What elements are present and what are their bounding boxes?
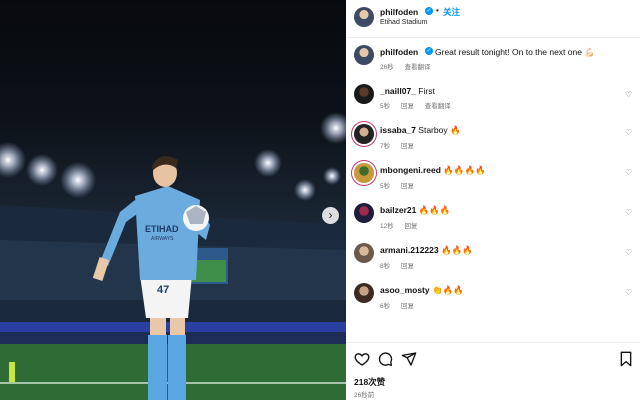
comment-avatar[interactable] — [354, 243, 374, 263]
comment-text: armani.212223 🔥🔥🔥 — [380, 245, 473, 256]
heart-icon[interactable]: ♡ — [625, 208, 634, 217]
caption-username[interactable]: philfoden — [380, 47, 418, 57]
comment-username[interactable]: mbongeni.reed — [380, 165, 441, 175]
comment-username[interactable]: asoo_mosty — [380, 285, 430, 295]
comment-avatar[interactable] — [354, 84, 374, 104]
comment-text: bailzer21 🔥🔥🔥 — [380, 205, 451, 216]
shorts-number: 47 — [157, 284, 169, 296]
verified-badge-icon: ✓ — [425, 7, 433, 15]
post-header: philfoden ✓ • 关注 Etihad Stadium — [346, 0, 640, 38]
comment-meta: 12秒 回复 — [380, 220, 427, 230]
reply-button[interactable]: 回复 — [401, 183, 414, 190]
bookmark-icon[interactable] — [618, 351, 634, 367]
heart-icon[interactable]: ♡ — [625, 90, 634, 99]
comment-text: asoo_mosty 👏🔥🔥 — [380, 285, 464, 296]
comment-age: 7秒 — [380, 143, 391, 150]
caption-age: 26秒 — [380, 64, 394, 71]
shirt-sponsor: ETIHAD — [145, 224, 179, 234]
stadium-photo: 47 ETIHAD AIRWAYS — [0, 112, 346, 400]
avatar[interactable] — [354, 7, 374, 27]
comment-text: mbongeni.reed 🔥🔥🔥🔥 — [380, 165, 486, 176]
comment-meta: 6秒 回复 — [380, 300, 423, 310]
location-link[interactable]: Etihad Stadium — [380, 19, 427, 26]
reply-button[interactable]: 回复 — [401, 103, 414, 110]
shirt-sponsor-sub: AIRWAYS — [151, 236, 174, 242]
verified-badge-icon: ✓ — [425, 47, 433, 55]
comment-meta: 5秒 回复 — [380, 180, 423, 190]
separator-dot: • — [436, 6, 439, 15]
comment-age: 5秒 — [380, 183, 391, 190]
follow-button[interactable]: 关注 — [443, 6, 460, 18]
caption-avatar[interactable] — [354, 45, 374, 65]
comment-avatar[interactable] — [354, 124, 374, 144]
reply-button[interactable]: 回复 — [405, 223, 418, 230]
comment-age: 6秒 — [380, 303, 391, 310]
comment-body: Starboy 🔥 — [418, 125, 461, 135]
comment-age: 5秒 — [380, 103, 391, 110]
translate-link[interactable]: 查看翻译 — [405, 64, 431, 71]
heart-icon[interactable]: ♡ — [625, 168, 634, 177]
comment-age: 8秒 — [380, 263, 391, 270]
comment-text: issaba_7 Starboy 🔥 — [380, 125, 461, 136]
comment-meta: 7秒 回复 — [380, 140, 423, 150]
post-photo: 47 ETIHAD AIRWAYS › — [0, 0, 346, 400]
comment-avatar[interactable] — [354, 283, 374, 303]
caption-text: Great result tonight! On to the next one… — [435, 47, 595, 57]
header-username[interactable]: philfoden — [380, 7, 418, 17]
comment-body: First — [418, 86, 435, 96]
translate-link[interactable]: 查看翻译 — [425, 103, 451, 110]
comment-body: 👏🔥🔥 — [431, 285, 464, 295]
heart-icon[interactable]: ♡ — [625, 128, 634, 137]
caption-meta: 26秒 查看翻译 — [380, 61, 440, 71]
post-panel: philfoden ✓ • 关注 Etihad Stadium philfode… — [346, 0, 640, 400]
comment-age: 12秒 — [380, 223, 394, 230]
next-photo-button[interactable]: › — [322, 207, 339, 224]
comment-username[interactable]: issaba_7 — [380, 125, 416, 135]
chevron-right-icon: › — [328, 208, 333, 222]
comment-body: 🔥🔥🔥 — [418, 205, 451, 215]
comment-text: _naill07_ First — [380, 86, 435, 96]
reply-button[interactable]: 回复 — [401, 263, 414, 270]
heart-icon[interactable]: ♡ — [625, 248, 634, 257]
comment-body: 🔥🔥🔥🔥 — [443, 165, 486, 175]
comment-username[interactable]: armani.212223 — [380, 245, 439, 255]
comment-avatar[interactable] — [354, 203, 374, 223]
comment-username[interactable]: bailzer21 — [380, 205, 416, 215]
comment-avatar[interactable] — [354, 163, 374, 183]
posted-time: 26秒前 — [354, 392, 375, 399]
reply-button[interactable]: 回复 — [401, 303, 414, 310]
heart-icon[interactable]: ♡ — [625, 288, 634, 297]
floodlights — [0, 112, 346, 201]
comment-body: 🔥🔥🔥 — [440, 245, 473, 255]
comment-bubble-icon[interactable] — [377, 351, 393, 367]
reply-button[interactable]: 回复 — [401, 143, 414, 150]
like-count[interactable]: 218次赞 — [354, 376, 385, 388]
comment-meta: 5秒 回复 查看翻译 — [380, 100, 460, 110]
comment-username[interactable]: _naill07_ — [380, 86, 416, 96]
heart-icon[interactable] — [354, 351, 370, 367]
paper-plane-icon[interactable] — [401, 351, 417, 367]
action-bar: 218次赞 26秒前 — [346, 342, 640, 400]
comment-meta: 8秒 回复 — [380, 260, 423, 270]
